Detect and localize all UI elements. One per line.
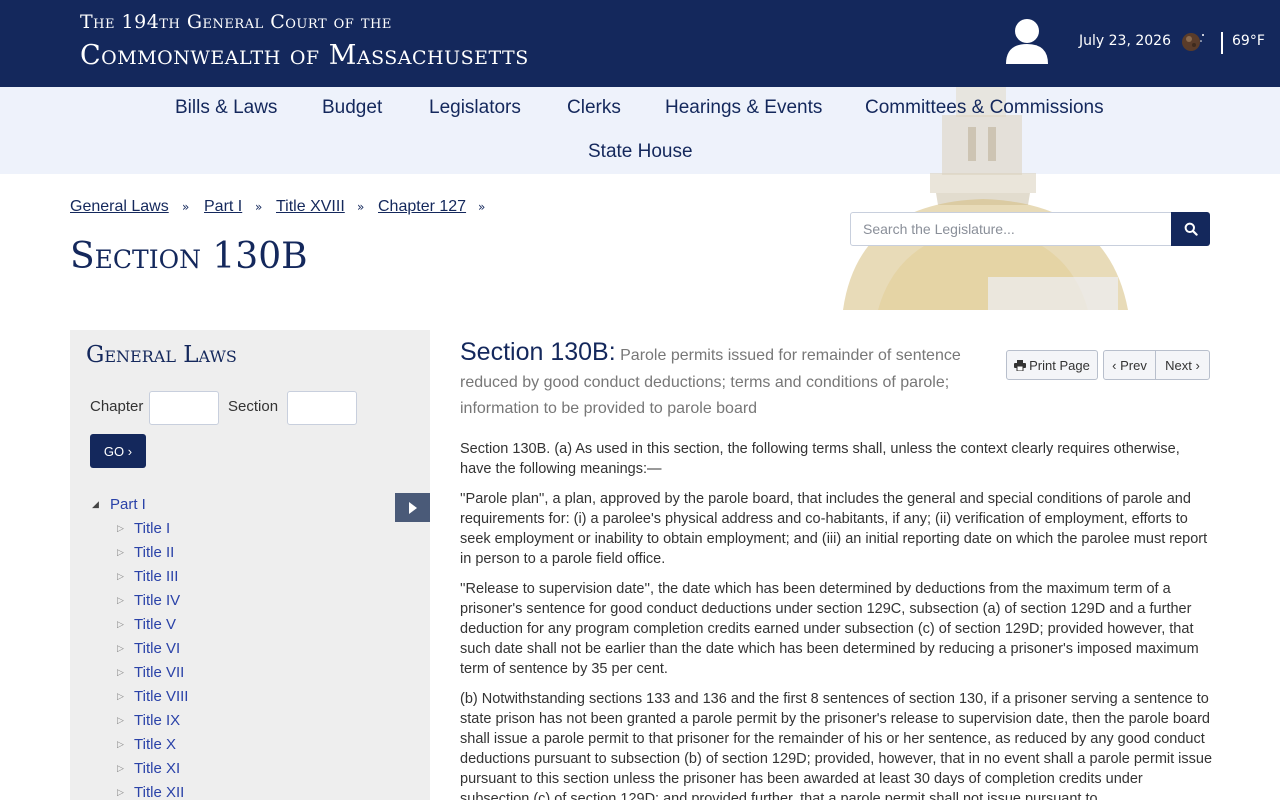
tree-item-title[interactable]: Title VI: [134, 640, 180, 657]
chapter-input[interactable]: [149, 391, 219, 425]
body-paragraph: ''Release to supervision date'', the dat…: [460, 581, 1199, 677]
section-label: Section: [228, 398, 279, 415]
tree-item-title[interactable]: Title II: [134, 544, 174, 561]
collapsed-arrow-icon[interactable]: ▷: [117, 740, 124, 750]
collapsed-arrow-icon[interactable]: ▷: [117, 572, 124, 582]
section-body: Section 130B. (a) As used in this sectio…: [460, 439, 1215, 800]
sidebar-title: General Laws: [86, 342, 237, 368]
breadcrumb-separator: »: [357, 200, 365, 214]
collapsed-arrow-icon[interactable]: ▷: [117, 716, 124, 726]
user-icon[interactable]: [1005, 18, 1049, 66]
search-icon: [1184, 222, 1198, 236]
court-title-line1[interactable]: The 194th General Court of the: [80, 11, 392, 33]
nav-legislators[interactable]: Legislators: [429, 97, 521, 119]
section-label: Section 130B:: [460, 338, 616, 366]
collapsed-arrow-icon[interactable]: ▷: [117, 596, 124, 606]
tree-item-title[interactable]: Title I: [134, 520, 170, 537]
search-input[interactable]: [850, 212, 1172, 246]
breadcrumb-chapter-127[interactable]: Chapter 127: [378, 198, 466, 216]
tree-item-title[interactable]: Title IV: [134, 592, 180, 609]
nav-committees-commissions[interactable]: Committees & Commissions: [865, 97, 1104, 119]
breadcrumb-general-laws[interactable]: General Laws: [70, 198, 169, 216]
page-title: Section 130B: [70, 236, 308, 277]
section-heading: Section 130B: Parole permits issued for …: [460, 339, 990, 423]
collapsed-arrow-icon[interactable]: ▷: [117, 668, 124, 678]
tree-item-title[interactable]: Title IX: [134, 712, 180, 729]
collapsed-arrow-icon[interactable]: ▷: [117, 548, 124, 558]
breadcrumb-separator: »: [182, 200, 190, 214]
section-input[interactable]: [287, 391, 357, 425]
moon-icon: [1180, 31, 1206, 53]
collapsed-arrow-icon[interactable]: ▷: [117, 644, 124, 654]
collapsed-arrow-icon[interactable]: ▷: [117, 620, 124, 630]
tree-item-title[interactable]: Title VII: [134, 664, 184, 681]
breadcrumb-separator: »: [478, 200, 486, 214]
tree-item-title[interactable]: Title XII: [134, 784, 184, 800]
nav-clerks[interactable]: Clerks: [567, 97, 621, 119]
breadcrumb-title-xviii[interactable]: Title XVIII: [276, 198, 345, 216]
collapsed-arrow-icon[interactable]: ▷: [117, 524, 124, 534]
go-button[interactable]: GO ›: [90, 434, 146, 468]
next-button[interactable]: Next ›: [1155, 350, 1210, 380]
nav-hearings-events[interactable]: Hearings & Events: [665, 97, 822, 119]
tree-item-title[interactable]: Title III: [134, 568, 178, 585]
print-icon: [1014, 359, 1027, 371]
body-paragraph: ''Parole plan'', a plan, approved by the…: [460, 491, 1208, 567]
court-title-line2[interactable]: Commonwealth of Massachusetts: [80, 40, 529, 71]
nav-budget[interactable]: Budget: [322, 97, 382, 119]
collapsed-arrow-icon[interactable]: ▷: [117, 692, 124, 702]
chapter-label: Chapter: [90, 398, 144, 415]
body-paragraph: Section 130B. (a) As used in this sectio…: [460, 441, 1180, 477]
breadcrumb-separator: »: [255, 200, 263, 214]
expanded-arrow-icon[interactable]: ◢: [92, 500, 99, 510]
prev-button[interactable]: ‹ Prev: [1103, 350, 1156, 380]
body-paragraph: (b) Notwithstanding sections 133 and 136…: [460, 691, 1213, 800]
breadcrumb-part-i[interactable]: Part I: [204, 198, 242, 216]
header-divider: [1221, 32, 1223, 54]
current-date: July 23, 2026: [1079, 33, 1171, 49]
temperature: 69°F: [1232, 33, 1265, 49]
tree-item-title[interactable]: Title X: [134, 736, 176, 753]
collapsed-arrow-icon[interactable]: ▷: [117, 788, 124, 798]
tree-item-title[interactable]: Title VIII: [134, 688, 188, 705]
nav-state-house[interactable]: State House: [588, 141, 693, 163]
nav-bills-laws[interactable]: Bills & Laws: [175, 97, 277, 119]
tree-toggle-button[interactable]: [395, 493, 430, 522]
tree-item-title[interactable]: Title V: [134, 616, 176, 633]
print-page-label: Print Page: [1029, 357, 1090, 373]
tree-item-part-i[interactable]: Part I: [110, 496, 146, 513]
tree-item-title[interactable]: Title XI: [134, 760, 180, 777]
caret-right-icon: [408, 501, 417, 514]
print-page-button[interactable]: Print Page: [1006, 350, 1098, 380]
collapsed-arrow-icon[interactable]: ▷: [117, 764, 124, 774]
search-button[interactable]: [1171, 212, 1210, 246]
